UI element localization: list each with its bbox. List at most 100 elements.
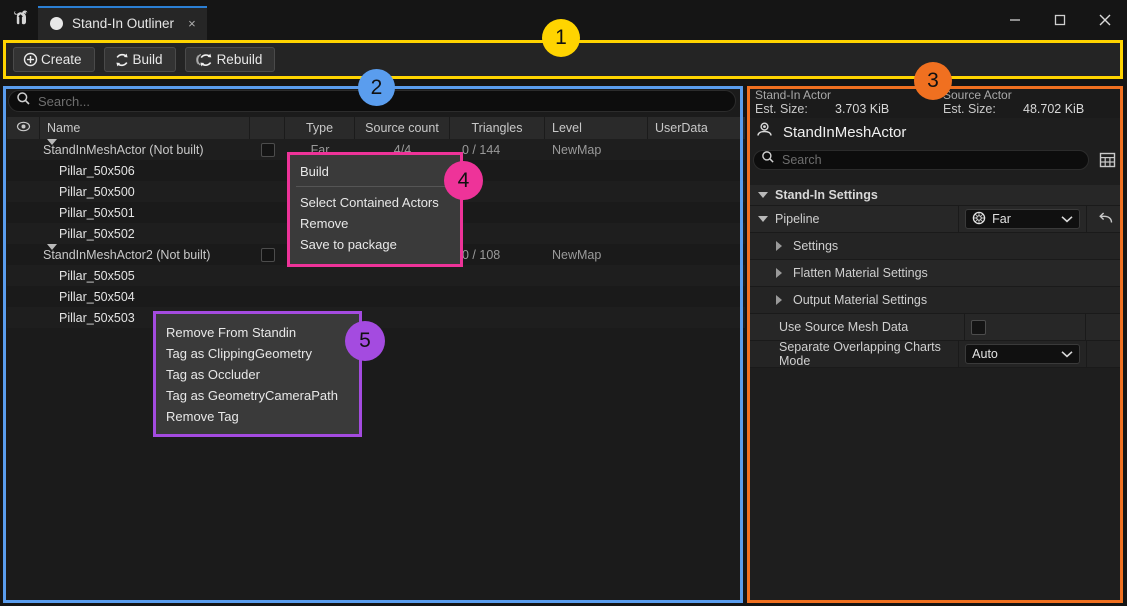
- row-name: StandInMeshActor (Not built): [43, 142, 204, 157]
- column-name[interactable]: Name: [40, 117, 250, 139]
- table-row[interactable]: Pillar_50x504: [7, 286, 745, 307]
- grid-view-icon[interactable]: [1097, 150, 1117, 170]
- column-type[interactable]: Type: [285, 117, 355, 139]
- source-actor-size: Source Actor Est. Size: 48.702 KiB: [935, 86, 1123, 118]
- table-row[interactable]: Pillar_50x505: [7, 265, 745, 286]
- section-stand-in-settings[interactable]: Stand-In Settings: [747, 185, 1123, 206]
- chevron-down-icon[interactable]: [758, 216, 768, 222]
- chevron-down-icon: [1061, 347, 1073, 361]
- row-triangles: 0 / 144: [462, 142, 501, 157]
- search-icon: [16, 91, 31, 111]
- row-name: StandInMeshActor2 (Not built): [43, 247, 211, 262]
- chevron-down-icon[interactable]: [758, 192, 768, 198]
- row-name: Pillar_50x502: [59, 226, 135, 241]
- pipeline-icon: [972, 211, 986, 228]
- row-checkbox-cell: [250, 139, 285, 160]
- separate-charts-dropdown[interactable]: Auto: [965, 344, 1081, 364]
- property-use-source-mesh-data: Use Source Mesh Data: [747, 314, 1123, 341]
- maximize-icon[interactable]: [1037, 0, 1082, 40]
- context-menu-child: Remove From Standin Tag as ClippingGeome…: [153, 311, 362, 437]
- menu-item-select-contained-actors[interactable]: Select Contained Actors: [287, 192, 463, 213]
- menu-item-build[interactable]: Build: [287, 161, 463, 182]
- context-menu-actor: Build Select Contained Actors Remove Sav…: [287, 152, 463, 267]
- row-level: NewMap: [552, 142, 602, 157]
- standin-actor-title: Stand-In Actor: [755, 88, 832, 102]
- outliner-column-header: Name Type Source count Triangles Level U…: [7, 117, 745, 139]
- menu-item-tag-as-occluder[interactable]: Tag as Occluder: [153, 364, 362, 385]
- column-blank[interactable]: [250, 117, 285, 139]
- menu-item-save-to-package[interactable]: Save to package: [287, 234, 463, 255]
- revert-arrow-icon[interactable]: [1097, 211, 1114, 228]
- window-controls: [992, 0, 1127, 40]
- details-panel: Stand-In Actor Est. Size: 3.703 KiB Sour…: [747, 86, 1123, 603]
- subsection-settings[interactable]: Settings: [747, 233, 1123, 260]
- standin-size-label: Est. Size:: [755, 102, 808, 116]
- close-icon[interactable]: [1082, 0, 1127, 40]
- row-name: Pillar_50x505: [59, 268, 135, 283]
- menu-item-remove-from-standin[interactable]: Remove From Standin: [153, 322, 362, 343]
- menu-item-remove[interactable]: Remove: [287, 213, 463, 234]
- rebuild-button-label: Rebuild: [216, 52, 263, 67]
- column-triangles[interactable]: Triangles: [450, 117, 545, 139]
- tab-strip: Stand-In Outliner ×: [38, 6, 207, 40]
- annotation-badge-2: 2: [358, 69, 395, 106]
- row-checkbox-cell: [250, 244, 285, 265]
- pipeline-label: Pipeline: [747, 206, 960, 232]
- row-name: Pillar_50x501: [59, 205, 135, 220]
- column-userdata[interactable]: UserData: [648, 117, 745, 139]
- plus-circle-icon: [22, 51, 39, 68]
- annotation-badge-3: 3: [914, 62, 952, 100]
- application-window: Stand-In Outliner × Create Build Rebuild…: [0, 0, 1127, 606]
- create-button-label: Create: [41, 52, 82, 67]
- separate-charts-value: Auto: [972, 347, 998, 361]
- chevron-right-icon[interactable]: [776, 295, 782, 305]
- tab-document-icon: [50, 16, 63, 30]
- rebuild-button[interactable]: Rebuild: [184, 47, 276, 72]
- subsection-label: Settings: [793, 239, 839, 253]
- menu-separator: [296, 186, 454, 187]
- menu-item-tag-as-clippinggeometry[interactable]: Tag as ClippingGeometry: [153, 343, 362, 364]
- minimize-icon[interactable]: [992, 0, 1037, 40]
- menu-item-remove-tag[interactable]: Remove Tag: [153, 406, 362, 427]
- refresh-all-icon: [194, 51, 215, 69]
- property-separate-overlapping-charts-mode: Separate Overlapping Charts Mode Auto: [747, 340, 1123, 368]
- row-checkbox[interactable]: [260, 247, 275, 262]
- column-visibility[interactable]: [7, 117, 40, 139]
- subsection-output-material-settings[interactable]: Output Material Settings: [747, 287, 1123, 314]
- properties-list: Stand-In Settings Pipeline Far Settings …: [747, 185, 1123, 368]
- tab-stand-in-outliner[interactable]: Stand-In Outliner ×: [38, 6, 207, 40]
- close-icon[interactable]: ×: [188, 17, 196, 30]
- use-source-mesh-data-checkbox[interactable]: [971, 319, 986, 335]
- source-size-value: 48.702 KiB: [1023, 102, 1085, 116]
- details-search-input[interactable]: Search: [753, 149, 1089, 170]
- section-label: Stand-In Settings: [775, 188, 878, 202]
- row-checkbox[interactable]: [260, 142, 275, 157]
- search-icon: [761, 150, 775, 169]
- chevron-right-icon[interactable]: [776, 241, 782, 251]
- build-button[interactable]: Build: [103, 47, 176, 72]
- column-level[interactable]: Level: [545, 117, 648, 139]
- expand-toggle-icon[interactable]: [47, 244, 57, 250]
- row-triangles: 0 / 108: [462, 247, 501, 262]
- create-button[interactable]: Create: [13, 47, 95, 72]
- separate-charts-label: Separate Overlapping Charts Mode: [747, 340, 960, 368]
- annotation-badge-5: 5: [345, 321, 385, 361]
- subsection-flatten-material-settings[interactable]: Flatten Material Settings: [747, 260, 1123, 287]
- chevron-right-icon[interactable]: [776, 268, 782, 278]
- row-userdata: [648, 139, 745, 160]
- source-actor-title: Source Actor: [943, 88, 1012, 102]
- chevron-down-icon: [1061, 212, 1073, 226]
- row-name: Pillar_50x500: [59, 184, 135, 199]
- details-search-row: Search: [747, 146, 1123, 173]
- menu-item-tag-as-geometrycamerapath[interactable]: Tag as GeometryCameraPath: [153, 385, 362, 406]
- pipeline-dropdown[interactable]: Far: [965, 209, 1081, 229]
- column-source-count[interactable]: Source count: [355, 117, 450, 139]
- tab-label: Stand-In Outliner: [72, 15, 175, 31]
- actor-icon: [755, 120, 774, 144]
- standin-actor-size: Stand-In Actor Est. Size: 3.703 KiB: [747, 86, 935, 118]
- annotation-badge-1: 1: [542, 19, 580, 57]
- row-level: NewMap: [552, 247, 602, 262]
- expand-toggle-icon[interactable]: [47, 139, 57, 145]
- use-source-mesh-data-label: Use Source Mesh Data: [747, 314, 965, 340]
- eye-icon: [16, 120, 31, 136]
